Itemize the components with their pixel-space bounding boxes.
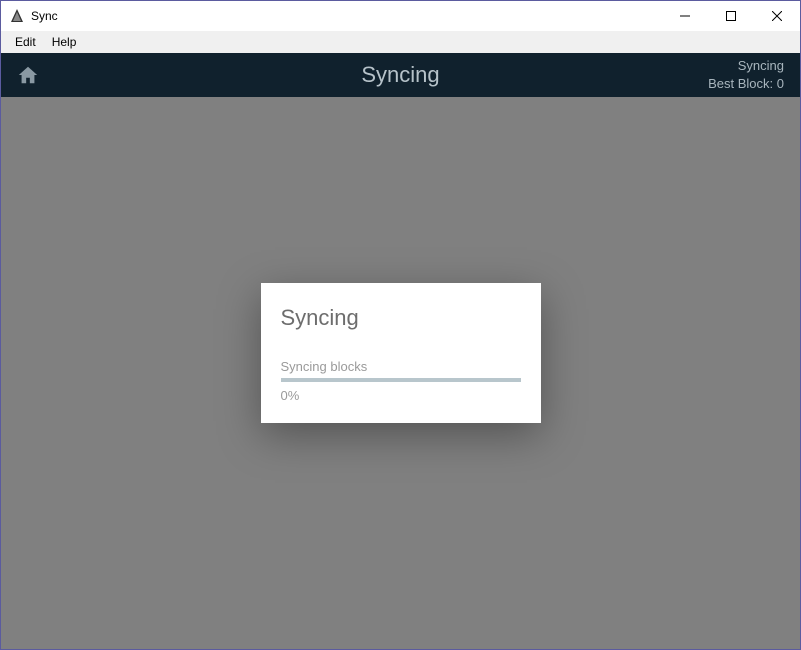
close-button[interactable] bbox=[754, 1, 800, 31]
menubar: Edit Help bbox=[1, 31, 800, 53]
dialog-subtitle: Syncing blocks bbox=[281, 359, 521, 374]
content-area: Syncing Syncing blocks 0% bbox=[1, 97, 800, 649]
modal-overlay: Syncing Syncing blocks 0% bbox=[1, 97, 800, 649]
progress-bar bbox=[281, 378, 521, 382]
progress-percent: 0% bbox=[281, 388, 521, 403]
best-block-value: 0 bbox=[777, 76, 784, 91]
menu-help[interactable]: Help bbox=[44, 33, 85, 51]
minimize-button[interactable] bbox=[662, 1, 708, 31]
syncing-dialog: Syncing Syncing blocks 0% bbox=[261, 283, 541, 423]
best-block-label: Best Block: bbox=[708, 76, 773, 91]
page-title: Syncing bbox=[361, 62, 439, 88]
home-icon[interactable] bbox=[17, 64, 39, 86]
window-title: Sync bbox=[31, 9, 58, 23]
window-controls bbox=[662, 1, 800, 31]
status-best-block: Best Block: 0 bbox=[708, 75, 784, 93]
app-header: Syncing Syncing Best Block: 0 bbox=[1, 53, 800, 97]
menu-edit[interactable]: Edit bbox=[7, 33, 44, 51]
sync-status: Syncing Best Block: 0 bbox=[708, 57, 784, 93]
app-icon bbox=[9, 8, 25, 24]
maximize-button[interactable] bbox=[708, 1, 754, 31]
window-titlebar: Sync bbox=[1, 1, 800, 31]
status-syncing: Syncing bbox=[708, 57, 784, 75]
dialog-title: Syncing bbox=[281, 305, 521, 331]
